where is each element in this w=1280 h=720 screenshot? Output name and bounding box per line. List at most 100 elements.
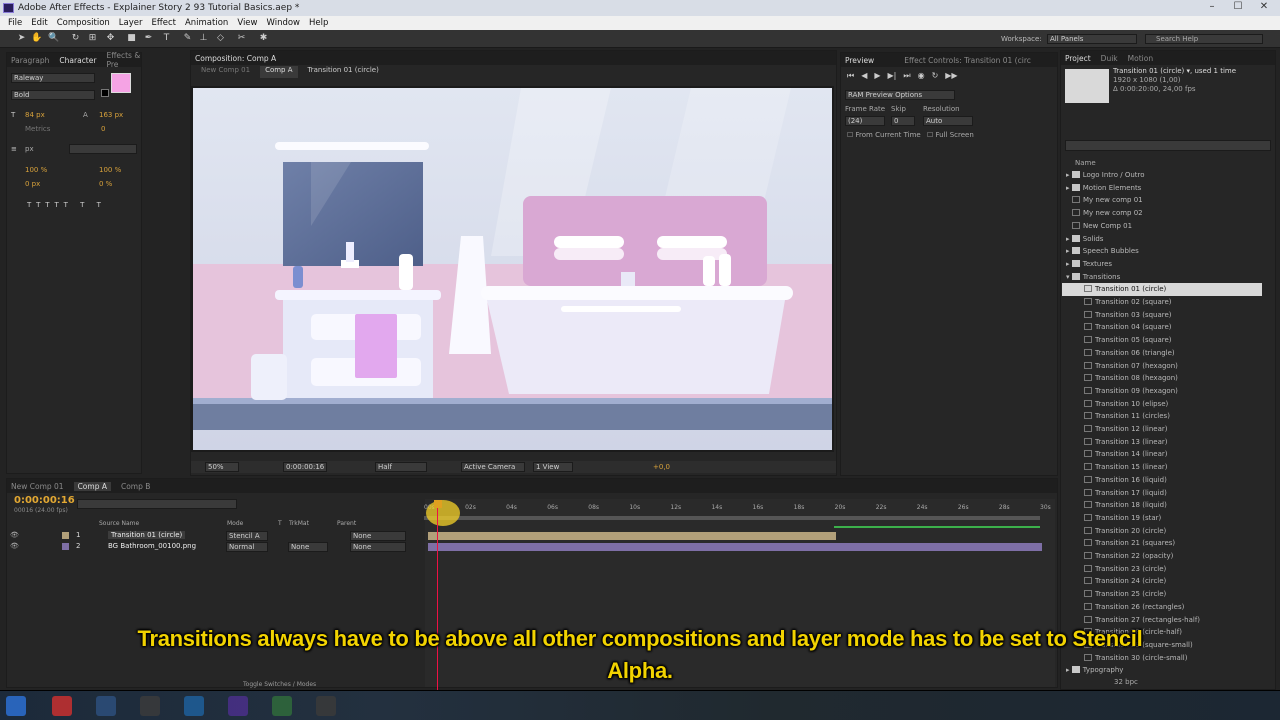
close-button[interactable]: ✕ [1252, 0, 1276, 14]
layer-duration-bar[interactable] [428, 532, 836, 540]
view-layout-select[interactable]: 1 View [533, 462, 573, 472]
project-comp-item[interactable]: Transition 19 (star) [1062, 512, 1262, 525]
taskbar-app-icon[interactable] [96, 696, 116, 716]
visibility-eye-icon[interactable]: 👁 [10, 542, 19, 550]
type-tool-icon[interactable]: T [161, 33, 172, 44]
font-size-value[interactable]: 84 px [25, 111, 45, 119]
play-icon[interactable]: ▶ [874, 71, 880, 81]
project-comp-item[interactable]: Transition 05 (square) [1062, 334, 1262, 347]
tab-character[interactable]: Character [59, 56, 96, 65]
playhead-handle[interactable] [434, 500, 442, 508]
taskbar-app-icon[interactable] [316, 696, 336, 716]
project-folder[interactable]: ▸ Motion Elements [1062, 182, 1262, 195]
puppet-tool-icon[interactable]: ✱ [258, 33, 269, 44]
project-comp-item[interactable]: My new comp 01 [1062, 194, 1262, 207]
project-comp-item[interactable]: Transition 27 (rectangles-half) [1062, 614, 1262, 627]
work-area-bar[interactable] [424, 516, 1040, 520]
resolution-preview-select[interactable]: Auto [923, 116, 973, 126]
comp-breadcrumb[interactable]: Transition 01 (circle) [308, 66, 379, 78]
menu-effect[interactable]: Effect [152, 16, 176, 30]
project-folder[interactable]: ▾ Transitions [1062, 271, 1262, 284]
layer-label-color[interactable] [62, 532, 69, 539]
timeline-tab-comp-b[interactable]: Comp B [121, 482, 150, 491]
project-comp-item[interactable]: New Comp 01 [1062, 220, 1262, 233]
leading-value[interactable]: 163 px [99, 111, 123, 119]
tab-preview[interactable]: Preview [845, 56, 874, 65]
workspace-select[interactable]: All Panels [1047, 34, 1137, 44]
menu-edit[interactable]: Edit [31, 16, 47, 30]
current-time-field[interactable]: 0:00:00:16 [283, 462, 327, 472]
layer-mode-select[interactable]: Normal [226, 542, 268, 552]
search-help-input[interactable]: Search Help [1145, 34, 1263, 44]
menu-window[interactable]: Window [266, 16, 300, 30]
menu-view[interactable]: View [237, 16, 257, 30]
pan-behind-tool-icon[interactable]: ✥ [105, 33, 116, 44]
clone-tool-icon[interactable]: ⊥ [198, 33, 209, 44]
minimize-button[interactable]: – [1200, 0, 1224, 14]
shape-tool-icon[interactable]: ■ [126, 33, 137, 44]
project-comp-item[interactable]: Transition 13 (linear) [1062, 436, 1262, 449]
skip-field[interactable]: 0 [891, 116, 915, 126]
menu-layer[interactable]: Layer [119, 16, 143, 30]
taskbar-app-icon[interactable] [228, 696, 248, 716]
project-comp-item[interactable]: Transition 20 (circle) [1062, 525, 1262, 538]
eraser-tool-icon[interactable]: ◇ [215, 33, 226, 44]
project-comp-item[interactable]: Transition 17 (liquid) [1062, 487, 1262, 500]
start-icon[interactable] [6, 696, 26, 716]
stroke-width-value[interactable]: px [25, 145, 34, 153]
project-comp-item[interactable]: Transition 12 (linear) [1062, 423, 1262, 436]
project-comp-item[interactable]: Transition 11 (circles) [1062, 410, 1262, 423]
name-column-header[interactable]: Name [1075, 159, 1096, 167]
vertical-scale-value[interactable]: 100 % [25, 166, 47, 174]
taskbar-app-icon[interactable] [140, 696, 160, 716]
taskbar-app-icon[interactable] [184, 696, 204, 716]
tab-composition-comp-a[interactable]: Composition: Comp A [195, 54, 276, 63]
stroke-color-swatch[interactable] [101, 89, 109, 97]
comp-tab-comp-a[interactable]: Comp A [260, 66, 298, 78]
horizontal-scale-value[interactable]: 100 % [99, 166, 121, 174]
kerning-value[interactable]: Metrics [25, 125, 50, 133]
project-search-input[interactable] [1065, 140, 1271, 151]
exposure-value[interactable]: +0,0 [653, 463, 670, 471]
project-comp-item[interactable]: Transition 06 (triangle) [1062, 347, 1262, 360]
camera-select[interactable]: Active Camera [461, 462, 525, 472]
font-family-select[interactable]: Raleway [11, 73, 95, 83]
maximize-button[interactable]: ☐ [1226, 0, 1250, 14]
project-comp-item[interactable]: Transition 07 (hexagon) [1062, 360, 1262, 373]
parent-select[interactable]: None [350, 542, 406, 552]
time-ruler[interactable]: 00s02s04s06s08s10s12s14s16s18s20s22s24s2… [424, 498, 1054, 528]
project-comp-item[interactable]: Transition 02 (square) [1062, 296, 1262, 309]
frame-rate-select[interactable]: (24) [845, 116, 885, 126]
layer-mode-select[interactable]: Stencil A [226, 531, 268, 541]
project-comp-item[interactable]: Transition 10 (elipse) [1062, 398, 1262, 411]
layer-duration-bar[interactable] [428, 543, 1042, 551]
baseline-shift-value[interactable]: 0 px [25, 180, 40, 188]
taskbar-app-icon[interactable] [52, 696, 72, 716]
project-comp-item[interactable]: Transition 04 (square) [1062, 321, 1262, 334]
project-comp-item[interactable]: Transition 16 (liquid) [1062, 474, 1262, 487]
project-folder[interactable]: ▸ Speech Bubbles [1062, 245, 1262, 258]
menu-composition[interactable]: Composition [57, 16, 110, 30]
tab-paragraph[interactable]: Paragraph [11, 56, 49, 65]
project-comp-item[interactable]: Transition 23 (circle) [1062, 563, 1262, 576]
resolution-select[interactable]: Half [375, 462, 427, 472]
menu-help[interactable]: Help [309, 16, 328, 30]
hand-tool-icon[interactable]: ✋ [31, 33, 42, 44]
brush-tool-icon[interactable]: ✎ [182, 33, 193, 44]
tab-effect-controls[interactable]: Effect Controls: Transition 01 (circ [904, 56, 1031, 65]
zoom-tool-icon[interactable]: 🔍 [48, 33, 59, 44]
audio-icon[interactable]: ◉ [918, 71, 925, 81]
full-screen-checkbox[interactable]: ☐ Full Screen [927, 131, 974, 139]
visibility-eye-icon[interactable]: 👁 [10, 531, 19, 539]
project-comp-item[interactable]: Transition 25 (circle) [1062, 588, 1262, 601]
timeline-timecode[interactable]: 0:00:00:16 [14, 495, 75, 506]
project-comp-item[interactable]: Transition 01 (circle) [1062, 283, 1262, 296]
roto-tool-icon[interactable]: ✂ [236, 33, 247, 44]
text-style-buttons[interactable]: TTTTT T T [27, 201, 106, 209]
tab-duik[interactable]: Duik [1101, 54, 1118, 63]
trkmat-select[interactable]: None [288, 542, 328, 552]
project-comp-item[interactable]: Transition 03 (square) [1062, 309, 1262, 322]
project-folder[interactable]: ▸ Solids [1062, 233, 1262, 246]
from-current-time-checkbox[interactable]: ☐ From Current Time [847, 131, 921, 139]
camera-tool-icon[interactable]: ⊞ [87, 33, 98, 44]
